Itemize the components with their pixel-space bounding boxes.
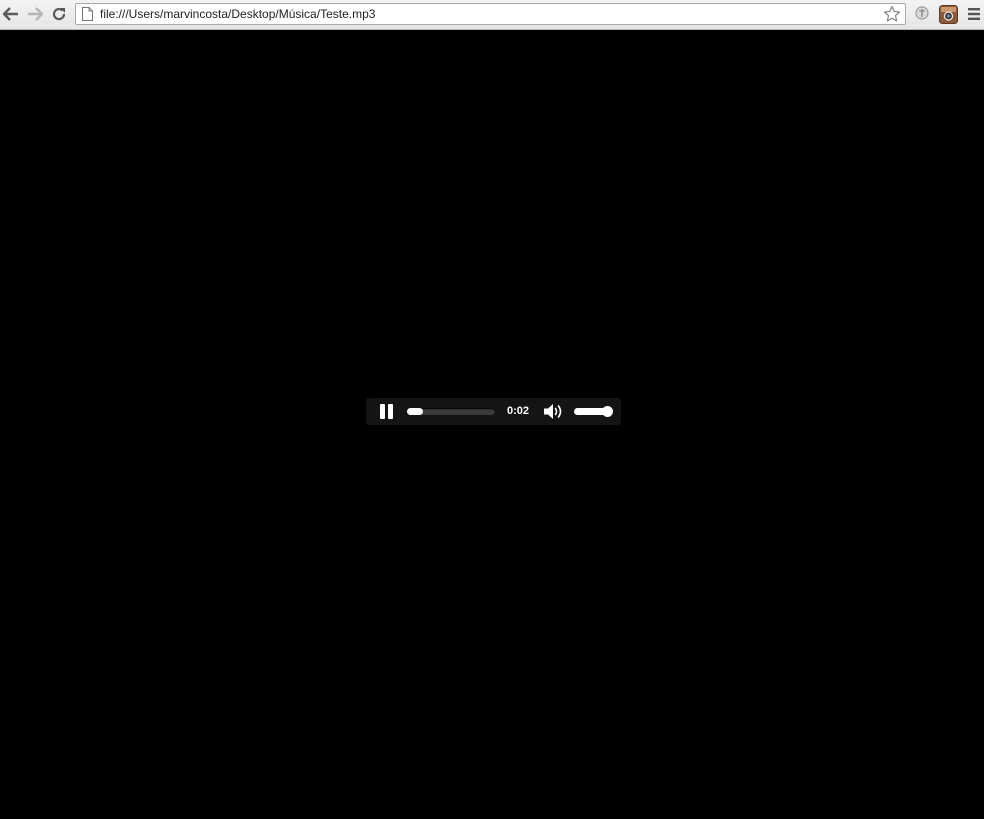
reload-icon <box>52 7 66 21</box>
current-time: 0:02 <box>507 405 530 417</box>
instagram-icon[interactable] <box>939 5 958 24</box>
browser-toolbar: file:///Users/marvincosta/Desktop/Música… <box>0 0 984 30</box>
volume-slider[interactable] <box>574 406 613 417</box>
volume-thumb[interactable] <box>602 406 613 417</box>
page-icon <box>82 7 93 21</box>
seek-progress <box>407 408 423 415</box>
seek-slider[interactable] <box>407 408 495 415</box>
menu-icon[interactable] <box>967 7 981 21</box>
pause-button[interactable] <box>379 404 395 419</box>
arrow-left-icon <box>3 7 18 21</box>
audio-player: 0:02 <box>366 398 621 425</box>
arrow-right-icon <box>28 7 43 21</box>
speaker-icon[interactable] <box>543 403 565 420</box>
reload-button[interactable] <box>50 5 68 23</box>
extension-icon[interactable] <box>913 5 931 23</box>
back-button[interactable] <box>2 5 20 23</box>
address-bar[interactable]: file:///Users/marvincosta/Desktop/Música… <box>75 3 906 25</box>
forward-button[interactable] <box>26 5 44 23</box>
url-text: file:///Users/marvincosta/Desktop/Música… <box>100 7 376 21</box>
star-icon[interactable] <box>883 5 901 23</box>
